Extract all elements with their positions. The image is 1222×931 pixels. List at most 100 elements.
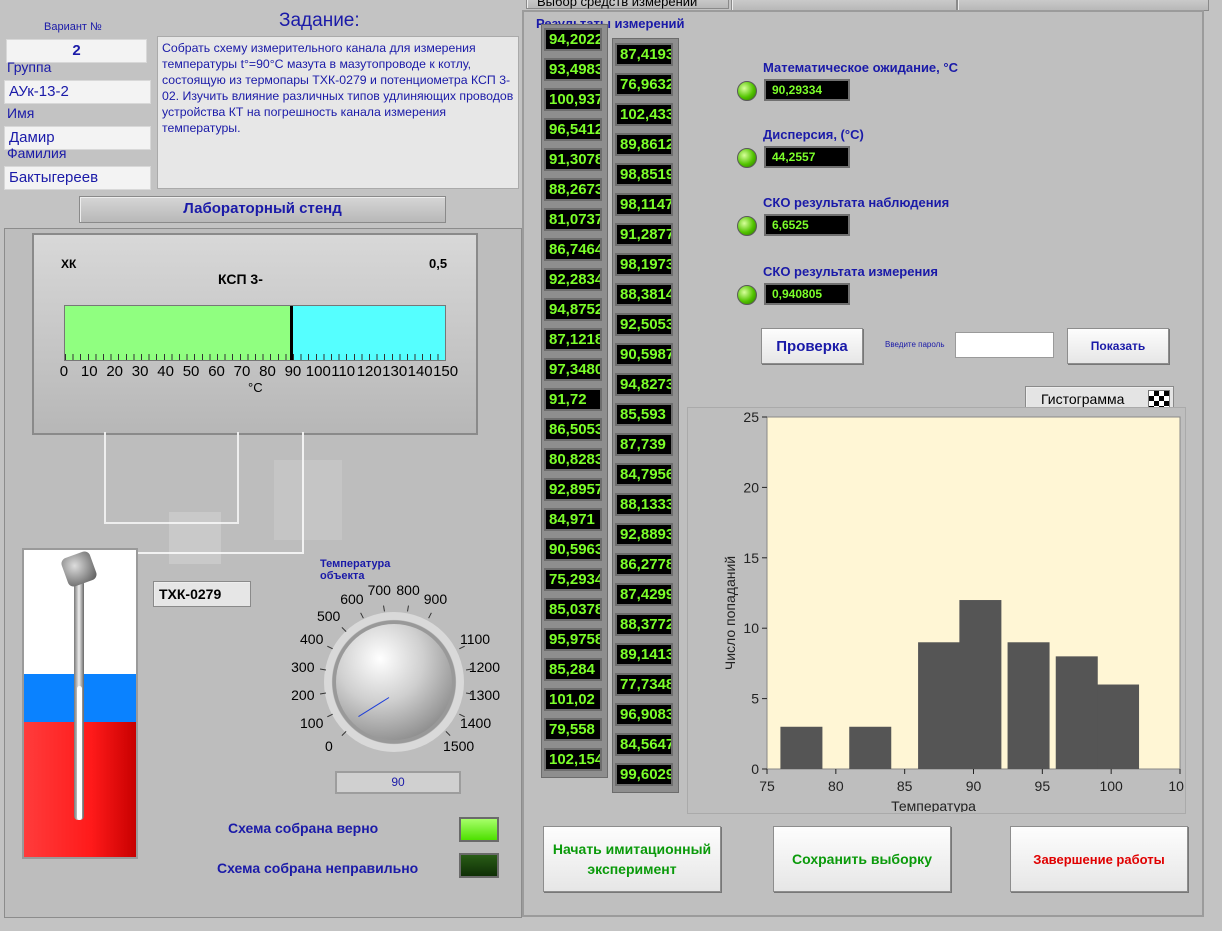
measurement-cell: 86,7464 [544, 238, 602, 261]
gauge-type-label: ХК [61, 257, 77, 271]
save-sample-button[interactable]: Сохранить выборку [773, 826, 951, 892]
x-tick-label: 75 [759, 778, 775, 794]
y-axis-label: Число попаданий [722, 556, 738, 670]
gauge-tick-label: 120 [356, 363, 382, 380]
knob-tick-label: 200 [291, 687, 315, 704]
status-ok-lamp [459, 817, 499, 842]
gauge-tick-label: 10 [80, 363, 98, 380]
measurement-cell: 85,284 [544, 658, 602, 681]
gauge-tick-label: 0 [59, 363, 69, 380]
measurement-cell: 92,5053 [615, 313, 673, 336]
measurement-cell: 98,8519 [615, 163, 673, 186]
group-label: Группа [7, 59, 52, 75]
knob-tick-mark [466, 692, 473, 695]
measurement-cell: 87,4193 [615, 43, 673, 66]
stat-indicator-led [737, 81, 757, 101]
measurement-cell: 91,3078 [544, 148, 602, 171]
status-ok-label: Схема собрана верно [228, 820, 379, 836]
task-title: Задание: [279, 10, 360, 31]
gauge-tick-labels: 0 10 20 30 40 50 60 70 80 90 100 110 120 130 140 150 [60, 363, 458, 381]
measurement-cell: 94,8752 [544, 298, 602, 321]
finish-work-button[interactable]: Завершение работы [1010, 826, 1188, 892]
gauge-tick-label: 20 [106, 363, 124, 380]
measurement-cell: 94,2022 [544, 28, 602, 51]
stat-value: 6,6525 [764, 214, 850, 236]
measurement-cell: 87,4299 [615, 583, 673, 606]
measurement-cell: 80,8283 [544, 448, 602, 471]
measurement-cell: 94,8273 [615, 373, 673, 396]
check-button-label: Проверка [776, 337, 848, 355]
measurement-cell: 100,937 [544, 88, 602, 111]
measurement-cell: 89,1413 [615, 643, 673, 666]
y-tick-label: 10 [743, 620, 759, 636]
stat-label: СКО результата измерения [763, 264, 938, 279]
measurement-cell: 92,2834 [544, 268, 602, 291]
stat-label: Дисперсия, (°С) [763, 127, 864, 142]
show-button[interactable]: Показать [1067, 328, 1169, 364]
check-button[interactable]: Проверка [761, 328, 863, 364]
finish-work-label: Завершение работы [1033, 851, 1165, 867]
variant-label: Вариант № [44, 21, 102, 33]
password-input[interactable] [955, 332, 1054, 358]
gauge-model-label: КСП 3- [218, 271, 263, 287]
measurement-cell: 98,1147 [615, 193, 673, 216]
measurement-cell: 92,8957 [544, 478, 602, 501]
gauge-unit: °C [248, 380, 263, 395]
task-text: Собрать схему измерительного канала для … [157, 36, 519, 189]
histogram-bar [780, 726, 823, 769]
stat-label: Математическое ожидание, °С [763, 60, 958, 75]
measurement-cell: 102,154 [544, 748, 602, 771]
start-experiment-button[interactable]: Начать имитационный эксперимент [543, 826, 721, 892]
measurement-cell: 77,7348 [615, 673, 673, 696]
gauge-tick-label: 150 [433, 363, 459, 380]
x-tick-label: 100 [1099, 778, 1123, 794]
measurement-cell: 75,2934 [544, 568, 602, 591]
measurement-cell: 90,5987 [615, 343, 673, 366]
lab-stand-title: Лабораторный стенд [79, 196, 446, 223]
surname-field[interactable]: Бактыгереев [4, 166, 151, 190]
fuel-pipe-tank [22, 548, 138, 859]
lab-stand-title-text: Лабораторный стенд [183, 200, 342, 217]
stat-indicator-led [737, 216, 757, 236]
tab-instrument-selection[interactable]: Выбор средств измерений [526, 0, 729, 9]
knob-body[interactable] [336, 624, 452, 740]
measurement-cell: 84,971 [544, 508, 602, 531]
measurement-cell: 88,1333 [615, 493, 673, 516]
knob-value-display[interactable]: 90 [335, 771, 461, 794]
name-label: Имя [7, 105, 35, 121]
surname-label: Фамилия [7, 145, 67, 161]
measurement-cell: 96,9083 [615, 703, 673, 726]
measurement-cell: 85,593 [615, 403, 673, 426]
measurement-cell: 91,72 [544, 388, 602, 411]
stat-indicator-led [737, 148, 757, 168]
thermocouple-head-icon [59, 550, 99, 589]
group-field[interactable]: АУк-13-2 [4, 80, 151, 104]
terminal-block-right [274, 460, 342, 540]
y-tick-label: 20 [743, 479, 759, 495]
terminal-block-left [169, 512, 221, 564]
measurement-cell: 86,2778 [615, 553, 673, 576]
histogram-bar [1007, 642, 1050, 769]
gauge-tick-label: 90 [284, 363, 302, 380]
measurement-cell: 98,1973 [615, 253, 673, 276]
tab-instrument-selection-label: Выбор средств измерений [537, 0, 698, 9]
measurement-cell: 89,8612 [615, 133, 673, 156]
x-tick-label: 105 [1168, 778, 1184, 794]
gauge-tick-label: 70 [233, 363, 251, 380]
gauge-bar-fill [65, 306, 293, 360]
measurement-cell: 84,5647 [615, 733, 673, 756]
y-tick-label: 0 [751, 761, 759, 777]
y-tick-label: 25 [743, 409, 759, 425]
measurement-cell: 81,0737 [544, 208, 602, 231]
stat-label: СКО результата наблюдения [763, 195, 950, 210]
measurement-cell: 91,2877 [615, 223, 673, 246]
y-tick-label: 5 [751, 691, 759, 707]
gauge-tick-label: 50 [182, 363, 200, 380]
histogram-bar [1055, 656, 1098, 769]
start-experiment-label: Начать имитационный эксперимент [552, 841, 712, 877]
measurement-cell: 88,2673 [544, 178, 602, 201]
measurement-cell: 85,0378 [544, 598, 602, 621]
knob-tick-label: 900 [423, 591, 448, 608]
measurement-cell: 86,5053 [544, 418, 602, 441]
stat-value: 0,940805 [764, 283, 850, 305]
